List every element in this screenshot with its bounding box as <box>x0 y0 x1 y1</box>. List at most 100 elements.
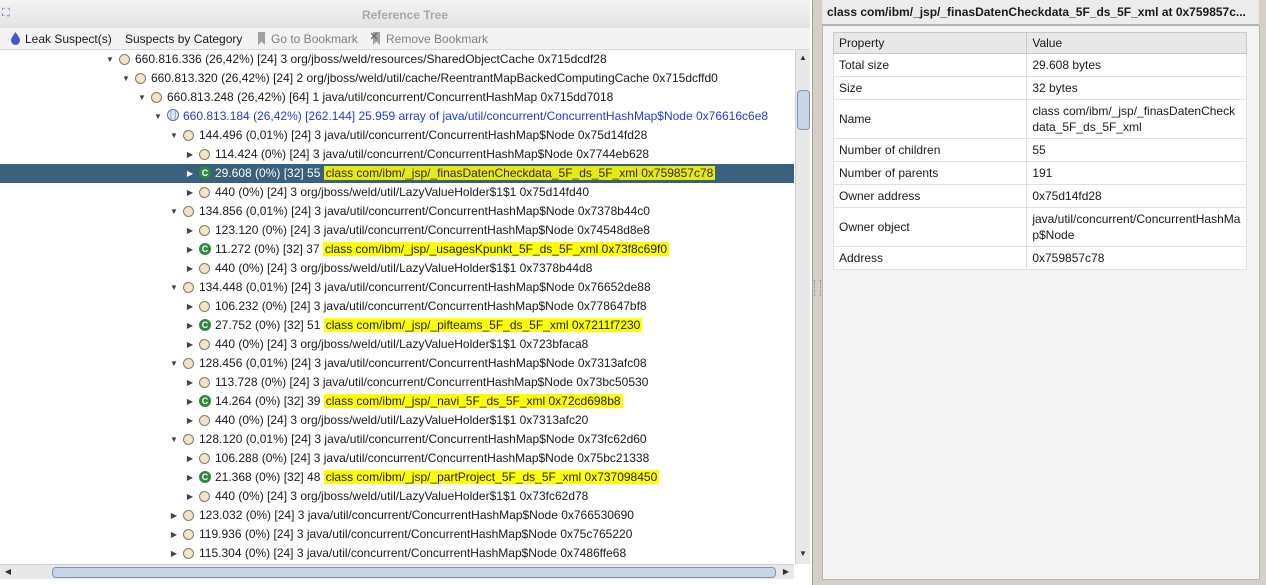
tree-row[interactable]: ▼ 660.813.248 (26,42%) [64] 1 java/util/c… <box>0 88 794 107</box>
go-to-bookmark-button[interactable]: Go to Bookmark <box>256 31 358 47</box>
suspects-by-category-button[interactable]: Suspects by Category <box>125 31 242 47</box>
collapsed-arrow-icon[interactable]: ▶ <box>185 164 195 183</box>
collapsed-arrow-icon[interactable]: ▶ <box>185 297 195 316</box>
instance-object-icon <box>199 149 210 160</box>
vertical-scrollbar[interactable]: ▲ ▼ <box>795 50 810 564</box>
scroll-down-arrow-icon[interactable]: ▼ <box>797 548 809 560</box>
class-object-icon: C <box>199 243 211 255</box>
collapsed-arrow-icon[interactable]: ▶ <box>185 468 195 487</box>
tree-row-text: 11.272 (0%) [32] 37 <box>215 242 323 256</box>
horizontal-scrollbar[interactable]: ◀ ▶ <box>0 564 794 579</box>
tree-row[interactable]: ▶ C 27.752 (0%) [32] 51 class com/ibm/_jsp… <box>0 316 794 335</box>
property-row[interactable]: Size 32 bytes <box>832 76 1247 100</box>
collapsed-arrow-icon[interactable]: ▶ <box>185 145 195 164</box>
instance-object-icon <box>199 491 210 502</box>
tree-row[interactable]: ▼ 660.813.320 (26,42%) [24] 2 org/jboss/w… <box>0 69 794 88</box>
tree-row-selected[interactable]: ▶ C 29.608 (0%) [32] 55 class com/ibm/_jsp… <box>0 164 794 183</box>
tree-row-label: 144.496 (0,01%) [24] 3 java/util/concurr… <box>199 126 647 145</box>
collapsed-arrow-icon[interactable]: ▶ <box>185 183 195 202</box>
tree-row-text: 660.816.336 (26,42%) [24] 3 org/jboss/we… <box>135 52 607 66</box>
inspector-body: Property Value Total size 29.608 bytes Siz… <box>822 25 1260 580</box>
property-row[interactable]: Number of children 55 <box>832 138 1247 162</box>
property-row[interactable]: Name class com/ibm/_jsp/_finasDatenCheckd… <box>832 99 1247 139</box>
instance-object-icon <box>183 434 194 445</box>
tree-row[interactable]: ▶ 440 (0%) [24] 3 org/jboss/weld/util/Laz… <box>0 259 794 278</box>
panel-splitter[interactable] <box>813 0 821 585</box>
scroll-left-arrow-icon[interactable]: ◀ <box>2 566 14 578</box>
tree-row-text: 134.856 (0,01%) [24] 3 java/util/concurr… <box>199 204 650 218</box>
tree-row[interactable]: ▼ 128.120 (0,01%) [24] 3 java/util/concur… <box>0 430 794 449</box>
tree-row-label: 106.288 (0%) [24] 3 java/util/concurrent… <box>215 449 649 468</box>
expanded-arrow-icon[interactable]: ▼ <box>153 107 163 126</box>
expanded-arrow-icon[interactable]: ▼ <box>105 50 115 69</box>
tree-row[interactable]: ▶ 440 (0%) [24] 3 org/jboss/weld/util/Laz… <box>0 183 794 202</box>
tree-row[interactable]: ▶ C 21.368 (0%) [32] 48 class com/ibm/_jsp… <box>0 468 794 487</box>
collapsed-arrow-icon[interactable]: ▶ <box>185 487 195 506</box>
tree-row[interactable]: ▶ 106.288 (0%) [24] 3 java/util/concurren… <box>0 449 794 468</box>
tree-row-text: 106.288 (0%) [24] 3 java/util/concurrent… <box>215 451 650 465</box>
collapsed-arrow-icon[interactable]: ▶ <box>185 259 195 278</box>
tree-row[interactable]: ▶ C 11.272 (0%) [32] 37 class com/ibm/_jsp… <box>0 240 794 259</box>
tree-row[interactable]: ▶ 114.424 (0%) [24] 3 java/util/concurren… <box>0 145 794 164</box>
remove-bookmark-button[interactable]: Remove Bookmark <box>371 31 488 47</box>
property-row[interactable]: Number of parents 191 <box>832 161 1247 185</box>
value-column-header[interactable]: Value <box>1026 32 1247 54</box>
collapsed-arrow-icon[interactable]: ▶ <box>185 316 195 335</box>
tree-row-label: 660.813.320 (26,42%) [24] 2 org/jboss/we… <box>151 69 718 88</box>
vertical-scroll-thumb[interactable] <box>797 90 810 130</box>
tree-row[interactable]: ▶ 440 (0%) [24] 3 org/jboss/weld/util/Laz… <box>0 487 794 506</box>
inspector-title: class com/ibm/_jsp/_finasDatenCheckdata_… <box>822 0 1259 25</box>
collapsed-arrow-icon[interactable]: ▶ <box>185 373 195 392</box>
reference-tree[interactable]: ▼ 660.816.336 (26,42%) [24] 3 org/jboss/w… <box>0 50 794 564</box>
splitter-grip[interactable] <box>814 280 821 296</box>
tree-row-text: 440 (0%) [24] 3 org/jboss/weld/util/Lazy… <box>215 185 590 199</box>
collapsed-arrow-icon[interactable]: ▶ <box>169 506 179 525</box>
collapsed-arrow-icon[interactable]: ▶ <box>185 240 195 259</box>
collapsed-arrow-icon[interactable]: ▶ <box>185 411 195 430</box>
expanded-arrow-icon[interactable]: ▼ <box>169 126 179 145</box>
expanded-arrow-icon[interactable]: ▼ <box>137 88 147 107</box>
property-name: Number of parents <box>832 161 1028 185</box>
tree-row[interactable]: ▶ 113.728 (0%) [24] 3 java/util/concurren… <box>0 373 794 392</box>
property-row[interactable]: Owner address 0x75d14fd28 <box>832 184 1247 208</box>
tree-row[interactable]: ▶ 106.232 (0%) [24] 3 java/util/concurren… <box>0 297 794 316</box>
tree-row[interactable]: ▶ 440 (0%) [24] 3 org/jboss/weld/util/Laz… <box>0 411 794 430</box>
tree-row[interactable]: ▼ 134.856 (0,01%) [24] 3 java/util/concur… <box>0 202 794 221</box>
tree-row[interactable]: ▼ 128.456 (0,01%) [24] 3 java/util/concur… <box>0 354 794 373</box>
collapsed-arrow-icon[interactable]: ▶ <box>185 449 195 468</box>
tree-row[interactable]: ▼ [ ] 660.813.184 (26,42%) [262.144] 25.95… <box>0 107 794 126</box>
collapsed-arrow-icon[interactable]: ▶ <box>185 392 195 411</box>
tree-row[interactable]: ▶ C 14.264 (0%) [32] 39 class com/ibm/_jsp… <box>0 392 794 411</box>
tree-row[interactable]: ▼ 660.816.336 (26,42%) [24] 3 org/jboss/w… <box>0 50 794 69</box>
expanded-arrow-icon[interactable]: ▼ <box>121 69 131 88</box>
collapsed-arrow-icon[interactable]: ▶ <box>169 525 179 544</box>
tree-row-text: 14.264 (0%) [32] 39 <box>215 394 324 408</box>
array-object-icon: [ ] <box>167 109 179 121</box>
expanded-arrow-icon[interactable]: ▼ <box>169 278 179 297</box>
horizontal-scroll-thumb[interactable] <box>52 567 776 578</box>
leak-suspects-button[interactable]: Leak Suspect(s) <box>10 31 112 47</box>
property-row[interactable]: Owner object java/util/concurrent/Concurr… <box>832 207 1247 247</box>
instance-object-icon <box>199 339 210 350</box>
instance-object-icon <box>199 415 210 426</box>
tree-row[interactable]: ▶ 115.304 (0%) [24] 3 java/util/concurren… <box>0 544 794 563</box>
expanded-arrow-icon[interactable]: ▼ <box>169 202 179 221</box>
property-row[interactable]: Address 0x759857c78 <box>832 246 1247 270</box>
tree-row[interactable]: ▼ 134.448 (0,01%) [24] 3 java/util/concur… <box>0 278 794 297</box>
class-object-icon: C <box>199 395 211 407</box>
collapsed-arrow-icon[interactable]: ▶ <box>169 544 179 563</box>
scroll-right-arrow-icon[interactable]: ▶ <box>780 566 792 578</box>
tree-row[interactable]: ▶ 123.120 (0%) [24] 3 java/util/concurren… <box>0 221 794 240</box>
tree-row[interactable]: ▶ 119.936 (0%) [24] 3 java/util/concurren… <box>0 525 794 544</box>
collapsed-arrow-icon[interactable]: ▶ <box>185 335 195 354</box>
expanded-arrow-icon[interactable]: ▼ <box>169 430 179 449</box>
property-row[interactable]: Total size 29.608 bytes <box>832 53 1247 77</box>
tree-row[interactable]: ▼ 144.496 (0,01%) [24] 3 java/util/concur… <box>0 126 794 145</box>
property-value: 0x75d14fd28 <box>1026 184 1247 208</box>
tree-row[interactable]: ▶ 440 (0%) [24] 3 org/jboss/weld/util/Laz… <box>0 335 794 354</box>
expanded-arrow-icon[interactable]: ▼ <box>169 354 179 373</box>
tree-row[interactable]: ▶ 123.032 (0%) [24] 3 java/util/concurren… <box>0 506 794 525</box>
scroll-up-arrow-icon[interactable]: ▲ <box>797 52 809 64</box>
collapsed-arrow-icon[interactable]: ▶ <box>185 221 195 240</box>
property-column-header[interactable]: Property <box>832 32 1028 54</box>
